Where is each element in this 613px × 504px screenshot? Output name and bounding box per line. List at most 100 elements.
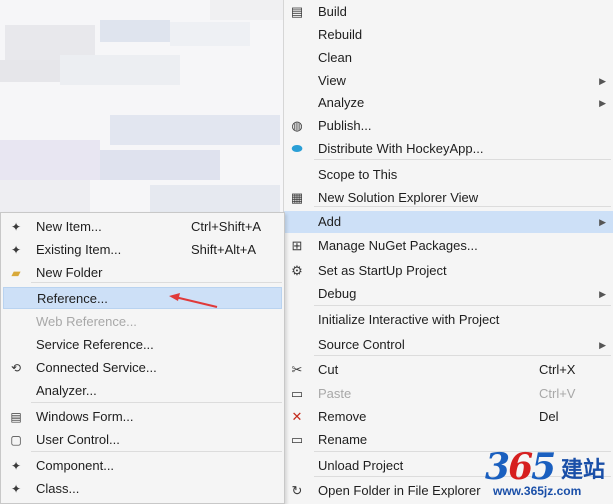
menu-item-shortcut: Ctrl+V	[539, 386, 576, 401]
menu-separator	[314, 355, 611, 356]
menu-item-analyze[interactable]: Analyze ▶	[284, 92, 613, 114]
menu-item-shortcut: Del	[539, 409, 559, 424]
component-icon: ✦	[10, 459, 22, 473]
menu-separator	[31, 402, 282, 403]
menu-item-label: Existing Item...	[36, 242, 122, 257]
new-item-icon: ✦	[10, 220, 22, 234]
menu-separator	[314, 305, 611, 306]
menu-item-label: Distribute With HockeyApp...	[318, 141, 484, 156]
gear-icon: ⚙	[291, 263, 303, 278]
menu-item-label: New Item...	[36, 219, 102, 234]
menu-item-shortcut: Ctrl+Shift+A	[191, 219, 262, 234]
menu-item-label: Windows Form...	[36, 409, 134, 424]
submenu-arrow-icon: ▶	[599, 98, 606, 108]
menu-item-debug[interactable]: Debug ▶	[284, 283, 613, 305]
connected-service-icon: ⟲	[10, 361, 22, 375]
menu-item-shortcut: Ctrl+X	[539, 362, 576, 377]
menu-item-shortcut: Shift+Alt+A	[191, 242, 257, 257]
menu-item-label: Connected Service...	[36, 360, 157, 375]
add-submenu-item-new-item[interactable]: ✦ New Item... Ctrl+Shift+A	[1, 216, 284, 238]
nuget-icon: ⊞	[291, 238, 303, 253]
menu-item-clean[interactable]: Clean	[284, 47, 613, 69]
add-submenu-item-service-reference[interactable]: Service Reference...	[1, 334, 284, 356]
add-submenu-item-reference[interactable]: Reference...	[3, 287, 282, 309]
menu-item-label: Set as StartUp Project	[318, 263, 447, 278]
refresh-icon: ↻	[291, 483, 303, 498]
menu-item-label: Rebuild	[318, 27, 363, 42]
menu-item-scope-to-this[interactable]: Scope to This	[284, 164, 613, 186]
menu-item-label: Component...	[36, 458, 115, 473]
menu-item-build[interactable]: ▤ Build	[284, 1, 613, 23]
add-submenu-item-class[interactable]: ✦ Class...	[1, 478, 284, 500]
scissors-icon: ✂	[291, 362, 303, 377]
submenu-arrow-icon: ▶	[599, 289, 606, 299]
submenu-arrow-icon: ▶	[599, 217, 606, 227]
watermark-logo: 365 建站 www.365jz.com	[485, 446, 613, 504]
add-submenu-item-existing-item[interactable]: ✦ Existing Item... Shift+Alt+A	[1, 239, 284, 261]
add-submenu-item-connected-service[interactable]: ⟲ Connected Service...	[1, 357, 284, 379]
watermark-text: 建站	[561, 457, 606, 482]
add-submenu-item-component[interactable]: ✦ Component...	[1, 455, 284, 477]
solution-explorer-icon: ▦	[290, 190, 304, 205]
menu-item-remove[interactable]: ✕ Remove Del	[284, 406, 613, 428]
menu-item-label: Publish...	[318, 118, 372, 133]
menu-item-publish[interactable]: ◍ Publish...	[284, 115, 613, 137]
menu-separator	[31, 451, 282, 452]
menu-item-label: Open Folder in File Explorer	[318, 483, 481, 498]
menu-item-label: Paste	[318, 386, 352, 401]
menu-item-label: Add	[318, 214, 342, 229]
submenu-arrow-icon: ▶	[599, 76, 606, 86]
menu-item-paste: ▭ Paste Ctrl+V	[284, 383, 613, 405]
menu-separator	[31, 282, 282, 283]
menu-item-label: Remove	[318, 409, 367, 424]
menu-item-manage-nuget-packages[interactable]: ⊞ Manage NuGet Packages...	[284, 235, 613, 257]
paste-icon: ▭	[290, 386, 304, 401]
menu-item-label: Class...	[36, 481, 80, 496]
add-submenu-item-new-folder[interactable]: ▰ New Folder	[1, 262, 284, 284]
watermark-url: www.365jz.com	[493, 484, 582, 498]
menu-item-label: Scope to This	[318, 167, 398, 182]
add-submenu-item-user-control[interactable]: ▢ User Control...	[1, 429, 284, 451]
menu-separator	[314, 206, 611, 207]
user-control-icon: ▢	[10, 433, 22, 447]
menu-item-label: Debug	[318, 286, 357, 301]
menu-item-label: Source Control	[318, 337, 405, 352]
menu-item-source-control[interactable]: Source Control ▶	[284, 334, 613, 356]
menu-separator	[314, 159, 611, 160]
menu-item-label: Clean	[318, 50, 352, 65]
menu-item-initialize-interactive-with-project[interactable]: Initialize Interactive with Project	[284, 309, 613, 331]
remove-icon: ✕	[291, 409, 303, 424]
windows-form-icon: ▤	[10, 410, 22, 424]
hockeyapp-icon: ⬬	[291, 141, 303, 156]
submenu-arrow-icon: ▶	[599, 340, 606, 350]
add-submenu: ✦ New Item... Ctrl+Shift+A ✦ Existing Item..…	[0, 212, 285, 504]
menu-item-rebuild[interactable]: Rebuild	[284, 24, 613, 46]
menu-item-label: Reference...	[37, 291, 108, 306]
menu-item-label: Initialize Interactive with Project	[318, 312, 500, 327]
menu-item-label: Service Reference...	[36, 337, 154, 352]
existing-item-icon: ✦	[10, 243, 22, 257]
build-icon: ▤	[290, 4, 304, 19]
menu-item-cut[interactable]: ✂ Cut Ctrl+X	[284, 359, 613, 381]
folder-icon: ▰	[11, 266, 21, 280]
globe-icon: ◍	[291, 118, 303, 133]
class-icon: ✦	[10, 482, 22, 496]
menu-item-view[interactable]: View ▶	[284, 70, 613, 92]
annotation-arrow	[169, 293, 218, 308]
watermark-number: 365	[485, 446, 556, 488]
add-submenu-item-analyzer[interactable]: Analyzer...	[1, 380, 284, 402]
menu-item-label: Unload Project	[318, 458, 404, 473]
menu-item-label: Analyzer...	[36, 383, 97, 398]
project-context-menu: ▤ Build Rebuild Clean View ▶ Analyze ▶ ◍ Publish.…	[283, 0, 613, 504]
menu-item-set-as-startup-project[interactable]: ⚙ Set as StartUp Project	[284, 260, 613, 282]
menu-item-add[interactable]: Add ▶	[284, 211, 613, 233]
menu-item-label: Rename	[318, 432, 368, 447]
menu-item-label: User Control...	[36, 432, 120, 447]
menu-item-label: Analyze	[318, 95, 365, 110]
rename-icon: ▭	[290, 432, 304, 447]
menu-item-label: Cut	[318, 362, 339, 377]
menu-item-distribute-with-hockeyapp[interactable]: ⬬ Distribute With HockeyApp...	[284, 138, 613, 160]
menu-item-label: Manage NuGet Packages...	[318, 238, 478, 253]
add-submenu-item-windows-form[interactable]: ▤ Windows Form...	[1, 406, 284, 428]
menu-item-label: View	[318, 73, 346, 88]
